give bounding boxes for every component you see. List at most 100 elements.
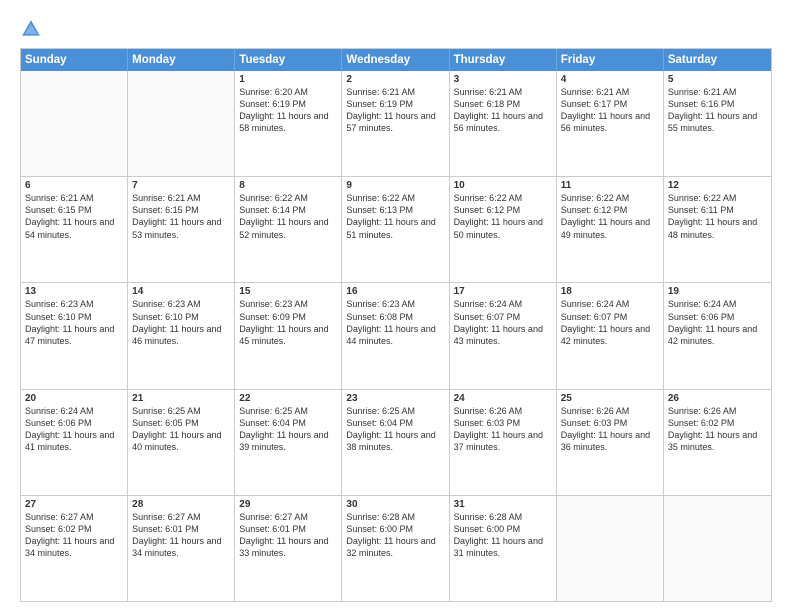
calendar-cell: 18Sunrise: 6:24 AMSunset: 6:07 PMDayligh…	[557, 283, 664, 388]
cell-text: Sunrise: 6:24 AMSunset: 6:07 PMDaylight:…	[454, 298, 552, 347]
calendar-row: 13Sunrise: 6:23 AMSunset: 6:10 PMDayligh…	[21, 283, 771, 389]
cell-text: Sunrise: 6:22 AMSunset: 6:14 PMDaylight:…	[239, 192, 337, 241]
calendar-cell: 2Sunrise: 6:21 AMSunset: 6:19 PMDaylight…	[342, 71, 449, 176]
calendar: SundayMondayTuesdayWednesdayThursdayFrid…	[20, 48, 772, 602]
day-number: 10	[454, 180, 552, 191]
cal-header-day: Thursday	[450, 49, 557, 71]
calendar-cell: 10Sunrise: 6:22 AMSunset: 6:12 PMDayligh…	[450, 177, 557, 282]
cell-text: Sunrise: 6:26 AMSunset: 6:02 PMDaylight:…	[668, 405, 767, 454]
day-number: 29	[239, 499, 337, 510]
cell-text: Sunrise: 6:22 AMSunset: 6:12 PMDaylight:…	[561, 192, 659, 241]
cell-text: Sunrise: 6:27 AMSunset: 6:01 PMDaylight:…	[132, 511, 230, 560]
calendar-cell: 7Sunrise: 6:21 AMSunset: 6:15 PMDaylight…	[128, 177, 235, 282]
day-number: 31	[454, 499, 552, 510]
day-number: 12	[668, 180, 767, 191]
cell-text: Sunrise: 6:21 AMSunset: 6:15 PMDaylight:…	[25, 192, 123, 241]
cell-text: Sunrise: 6:24 AMSunset: 6:06 PMDaylight:…	[25, 405, 123, 454]
calendar-cell: 14Sunrise: 6:23 AMSunset: 6:10 PMDayligh…	[128, 283, 235, 388]
cell-text: Sunrise: 6:26 AMSunset: 6:03 PMDaylight:…	[454, 405, 552, 454]
calendar-cell: 4Sunrise: 6:21 AMSunset: 6:17 PMDaylight…	[557, 71, 664, 176]
calendar-row: 27Sunrise: 6:27 AMSunset: 6:02 PMDayligh…	[21, 496, 771, 601]
day-number: 11	[561, 180, 659, 191]
day-number: 14	[132, 286, 230, 297]
calendar-cell: 5Sunrise: 6:21 AMSunset: 6:16 PMDaylight…	[664, 71, 771, 176]
calendar-cell: 16Sunrise: 6:23 AMSunset: 6:08 PMDayligh…	[342, 283, 449, 388]
calendar-row: 20Sunrise: 6:24 AMSunset: 6:06 PMDayligh…	[21, 390, 771, 496]
day-number: 23	[346, 393, 444, 404]
day-number: 6	[25, 180, 123, 191]
calendar-cell: 30Sunrise: 6:28 AMSunset: 6:00 PMDayligh…	[342, 496, 449, 601]
day-number: 21	[132, 393, 230, 404]
calendar-cell: 3Sunrise: 6:21 AMSunset: 6:18 PMDaylight…	[450, 71, 557, 176]
day-number: 15	[239, 286, 337, 297]
calendar-cell	[21, 71, 128, 176]
calendar-row: 6Sunrise: 6:21 AMSunset: 6:15 PMDaylight…	[21, 177, 771, 283]
calendar-cell	[664, 496, 771, 601]
day-number: 7	[132, 180, 230, 191]
cell-text: Sunrise: 6:24 AMSunset: 6:07 PMDaylight:…	[561, 298, 659, 347]
cell-text: Sunrise: 6:21 AMSunset: 6:16 PMDaylight:…	[668, 86, 767, 135]
calendar-cell: 26Sunrise: 6:26 AMSunset: 6:02 PMDayligh…	[664, 390, 771, 495]
day-number: 16	[346, 286, 444, 297]
day-number: 27	[25, 499, 123, 510]
cell-text: Sunrise: 6:28 AMSunset: 6:00 PMDaylight:…	[454, 511, 552, 560]
cal-header-day: Friday	[557, 49, 664, 71]
calendar-row: 1Sunrise: 6:20 AMSunset: 6:19 PMDaylight…	[21, 71, 771, 177]
cell-text: Sunrise: 6:21 AMSunset: 6:19 PMDaylight:…	[346, 86, 444, 135]
cell-text: Sunrise: 6:22 AMSunset: 6:12 PMDaylight:…	[454, 192, 552, 241]
cell-text: Sunrise: 6:27 AMSunset: 6:02 PMDaylight:…	[25, 511, 123, 560]
calendar-cell: 1Sunrise: 6:20 AMSunset: 6:19 PMDaylight…	[235, 71, 342, 176]
logo	[20, 18, 46, 40]
cell-text: Sunrise: 6:25 AMSunset: 6:04 PMDaylight:…	[346, 405, 444, 454]
cal-header-day: Monday	[128, 49, 235, 71]
calendar-cell	[557, 496, 664, 601]
cell-text: Sunrise: 6:21 AMSunset: 6:17 PMDaylight:…	[561, 86, 659, 135]
calendar-header: SundayMondayTuesdayWednesdayThursdayFrid…	[21, 49, 771, 71]
cell-text: Sunrise: 6:21 AMSunset: 6:15 PMDaylight:…	[132, 192, 230, 241]
day-number: 19	[668, 286, 767, 297]
cell-text: Sunrise: 6:24 AMSunset: 6:06 PMDaylight:…	[668, 298, 767, 347]
calendar-cell: 27Sunrise: 6:27 AMSunset: 6:02 PMDayligh…	[21, 496, 128, 601]
day-number: 9	[346, 180, 444, 191]
calendar-cell: 9Sunrise: 6:22 AMSunset: 6:13 PMDaylight…	[342, 177, 449, 282]
day-number: 8	[239, 180, 337, 191]
calendar-cell: 6Sunrise: 6:21 AMSunset: 6:15 PMDaylight…	[21, 177, 128, 282]
cell-text: Sunrise: 6:23 AMSunset: 6:08 PMDaylight:…	[346, 298, 444, 347]
day-number: 18	[561, 286, 659, 297]
calendar-cell: 11Sunrise: 6:22 AMSunset: 6:12 PMDayligh…	[557, 177, 664, 282]
cell-text: Sunrise: 6:25 AMSunset: 6:04 PMDaylight:…	[239, 405, 337, 454]
day-number: 30	[346, 499, 444, 510]
calendar-cell: 13Sunrise: 6:23 AMSunset: 6:10 PMDayligh…	[21, 283, 128, 388]
day-number: 5	[668, 74, 767, 85]
calendar-cell: 17Sunrise: 6:24 AMSunset: 6:07 PMDayligh…	[450, 283, 557, 388]
day-number: 17	[454, 286, 552, 297]
calendar-cell: 23Sunrise: 6:25 AMSunset: 6:04 PMDayligh…	[342, 390, 449, 495]
cal-header-day: Wednesday	[342, 49, 449, 71]
cell-text: Sunrise: 6:27 AMSunset: 6:01 PMDaylight:…	[239, 511, 337, 560]
cell-text: Sunrise: 6:20 AMSunset: 6:19 PMDaylight:…	[239, 86, 337, 135]
calendar-cell: 19Sunrise: 6:24 AMSunset: 6:06 PMDayligh…	[664, 283, 771, 388]
header	[20, 18, 772, 40]
cell-text: Sunrise: 6:22 AMSunset: 6:11 PMDaylight:…	[668, 192, 767, 241]
cell-text: Sunrise: 6:23 AMSunset: 6:09 PMDaylight:…	[239, 298, 337, 347]
calendar-cell: 15Sunrise: 6:23 AMSunset: 6:09 PMDayligh…	[235, 283, 342, 388]
day-number: 4	[561, 74, 659, 85]
calendar-cell: 25Sunrise: 6:26 AMSunset: 6:03 PMDayligh…	[557, 390, 664, 495]
cell-text: Sunrise: 6:23 AMSunset: 6:10 PMDaylight:…	[25, 298, 123, 347]
cell-text: Sunrise: 6:28 AMSunset: 6:00 PMDaylight:…	[346, 511, 444, 560]
day-number: 28	[132, 499, 230, 510]
calendar-cell: 22Sunrise: 6:25 AMSunset: 6:04 PMDayligh…	[235, 390, 342, 495]
cell-text: Sunrise: 6:21 AMSunset: 6:18 PMDaylight:…	[454, 86, 552, 135]
day-number: 22	[239, 393, 337, 404]
calendar-cell: 21Sunrise: 6:25 AMSunset: 6:05 PMDayligh…	[128, 390, 235, 495]
day-number: 13	[25, 286, 123, 297]
page: SundayMondayTuesdayWednesdayThursdayFrid…	[0, 0, 792, 612]
calendar-cell: 20Sunrise: 6:24 AMSunset: 6:06 PMDayligh…	[21, 390, 128, 495]
cell-text: Sunrise: 6:22 AMSunset: 6:13 PMDaylight:…	[346, 192, 444, 241]
calendar-cell: 12Sunrise: 6:22 AMSunset: 6:11 PMDayligh…	[664, 177, 771, 282]
cell-text: Sunrise: 6:26 AMSunset: 6:03 PMDaylight:…	[561, 405, 659, 454]
day-number: 20	[25, 393, 123, 404]
cal-header-day: Sunday	[21, 49, 128, 71]
cell-text: Sunrise: 6:23 AMSunset: 6:10 PMDaylight:…	[132, 298, 230, 347]
day-number: 24	[454, 393, 552, 404]
